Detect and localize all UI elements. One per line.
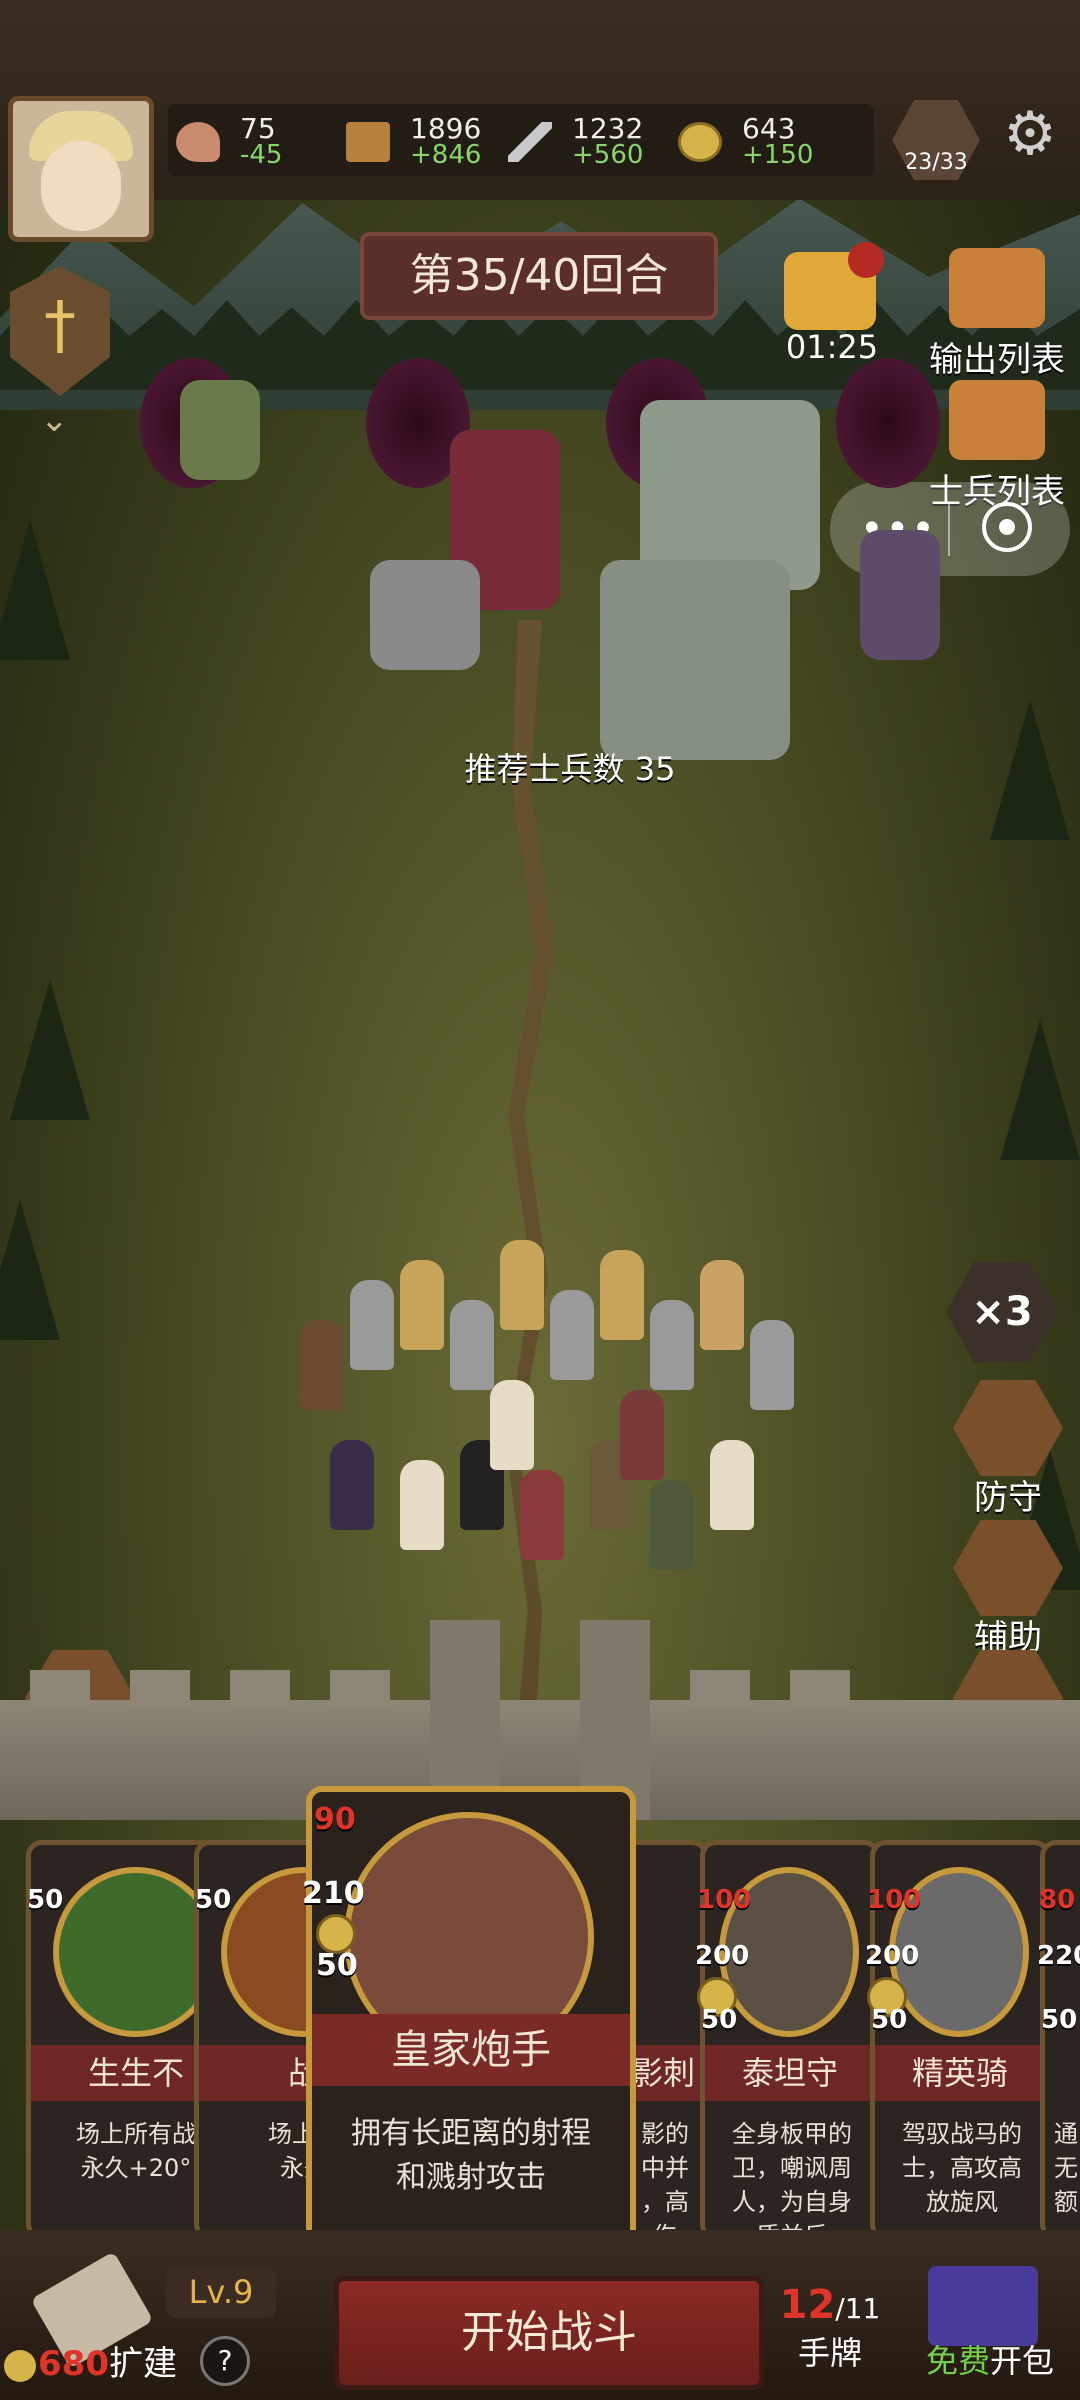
open-pack-label: 开包 [990,2342,1055,2380]
meat-delta: -45 [240,140,283,170]
player-avatar[interactable] [8,96,154,242]
hand-cards[interactable]: 12/11 手牌 [770,2282,890,2374]
card-desc: 驾驭战马的 士，高攻高 放旋风 [902,2120,1022,2216]
bar-chart-icon [949,248,1045,328]
card-cost: 50 [27,1885,64,1915]
enemy-portal [836,358,940,488]
defense-button[interactable]: 防守 [948,1380,1068,1519]
expand-label: 扩建 [108,2344,177,2384]
chevron-down-icon[interactable]: ⌄ [40,400,69,440]
tv-ad-icon[interactable] [784,242,884,330]
card-partial[interactable]: 80 220 50 通 无 额 [1037,1840,1080,2240]
blocks-icon [953,1520,1063,1616]
free-label: 免费 [925,2342,990,2380]
pine-tree [0,1200,60,1340]
coin-delta: +150 [742,140,814,170]
defense-label: 防守 [974,1478,1042,1518]
sword-delta: +560 [572,140,644,170]
card-pack-icon[interactable] [928,2266,1038,2346]
start-battle-button[interactable]: 开始战斗 [334,2276,764,2390]
card-cost: 100 [697,1885,752,1915]
wood-icon [346,122,390,162]
enemy-goblin [180,380,260,480]
meat-icon [176,122,220,162]
coin-icon [4,2349,36,2382]
castle-icon [953,1380,1063,1476]
card-coin: 50 [316,1948,358,1983]
hand-count: 12 [779,2282,836,2328]
card-titan-guard[interactable]: 100 200 50 泰坦守 全身板甲的 卫，嘲讽周 人，为自身 盾并反 [695,1840,880,2250]
enemy-boar [370,560,480,670]
help-button[interactable]: ? [200,2336,250,2386]
list-icon [949,380,1045,460]
card-attack: 200 [695,1941,750,1971]
card-name: 泰坦守 [705,2045,875,2101]
card-attack: 200 [865,1941,920,1971]
close-target-icon[interactable] [982,502,1032,552]
pine-tree [1000,1020,1080,1160]
coin-icon [678,122,722,162]
enemy-mage [860,530,940,660]
card-cost: 90 [314,1802,356,1837]
card-coin: 50 [701,2005,738,2035]
card-royal-gunner[interactable]: 90 210 50 皇家炮手 拥有长距离的射程 和溅射攻击 [302,1786,636,2268]
card-desc: 通 无 额 [1054,2120,1078,2216]
expand-cost: 680 [38,2344,109,2384]
output-list-label: 输出列表 [929,340,1065,380]
output-list-button[interactable]: 输出列表 [922,248,1072,381]
card-attack: 210 [302,1876,365,1911]
wood-delta: +846 [410,140,482,170]
free-pack-button[interactable]: 免费开包 [900,2336,1080,2382]
card-coin: 50 [1041,2005,1078,2035]
round-title: 第35/40回合 [360,232,718,320]
gear-icon[interactable]: ⚙ [996,100,1064,168]
card-elite-knight[interactable]: 100 200 50 精英骑 驾驭战马的 士，高攻高 放旋风 [865,1840,1050,2240]
enemy-treant [600,560,790,760]
card-desc: 拥有长距离的射程 和溅射攻击 [351,2116,591,2195]
card-cost: 50 [195,1885,232,1915]
hand-label: 手牌 [797,2334,862,2372]
pine-tree [10,980,90,1120]
card-name: 精英骑 [875,2045,1045,2101]
card-coin: 50 [871,2005,908,2035]
assist-button[interactable]: 辅助 [948,1520,1068,1659]
no-ad-icon [848,242,884,278]
player-army [290,1240,850,1620]
expand-button[interactable]: 680扩建 [4,2336,177,2385]
card-cost: 100 [867,1885,922,1915]
card-cost: 80 [1039,1885,1076,1915]
card-name: 皇家炮手 [312,2014,630,2086]
recommended-soldiers: 推荐士兵数 35 [464,750,676,788]
level-badge: Lv.9 [166,2266,276,2318]
pine-tree [990,700,1070,840]
round-timer: 01:25 [785,328,879,366]
hand-max: /11 [835,2292,881,2325]
card-attack: 220 [1037,1941,1080,1971]
pine-tree [0,520,70,660]
sword-icon [508,122,552,162]
